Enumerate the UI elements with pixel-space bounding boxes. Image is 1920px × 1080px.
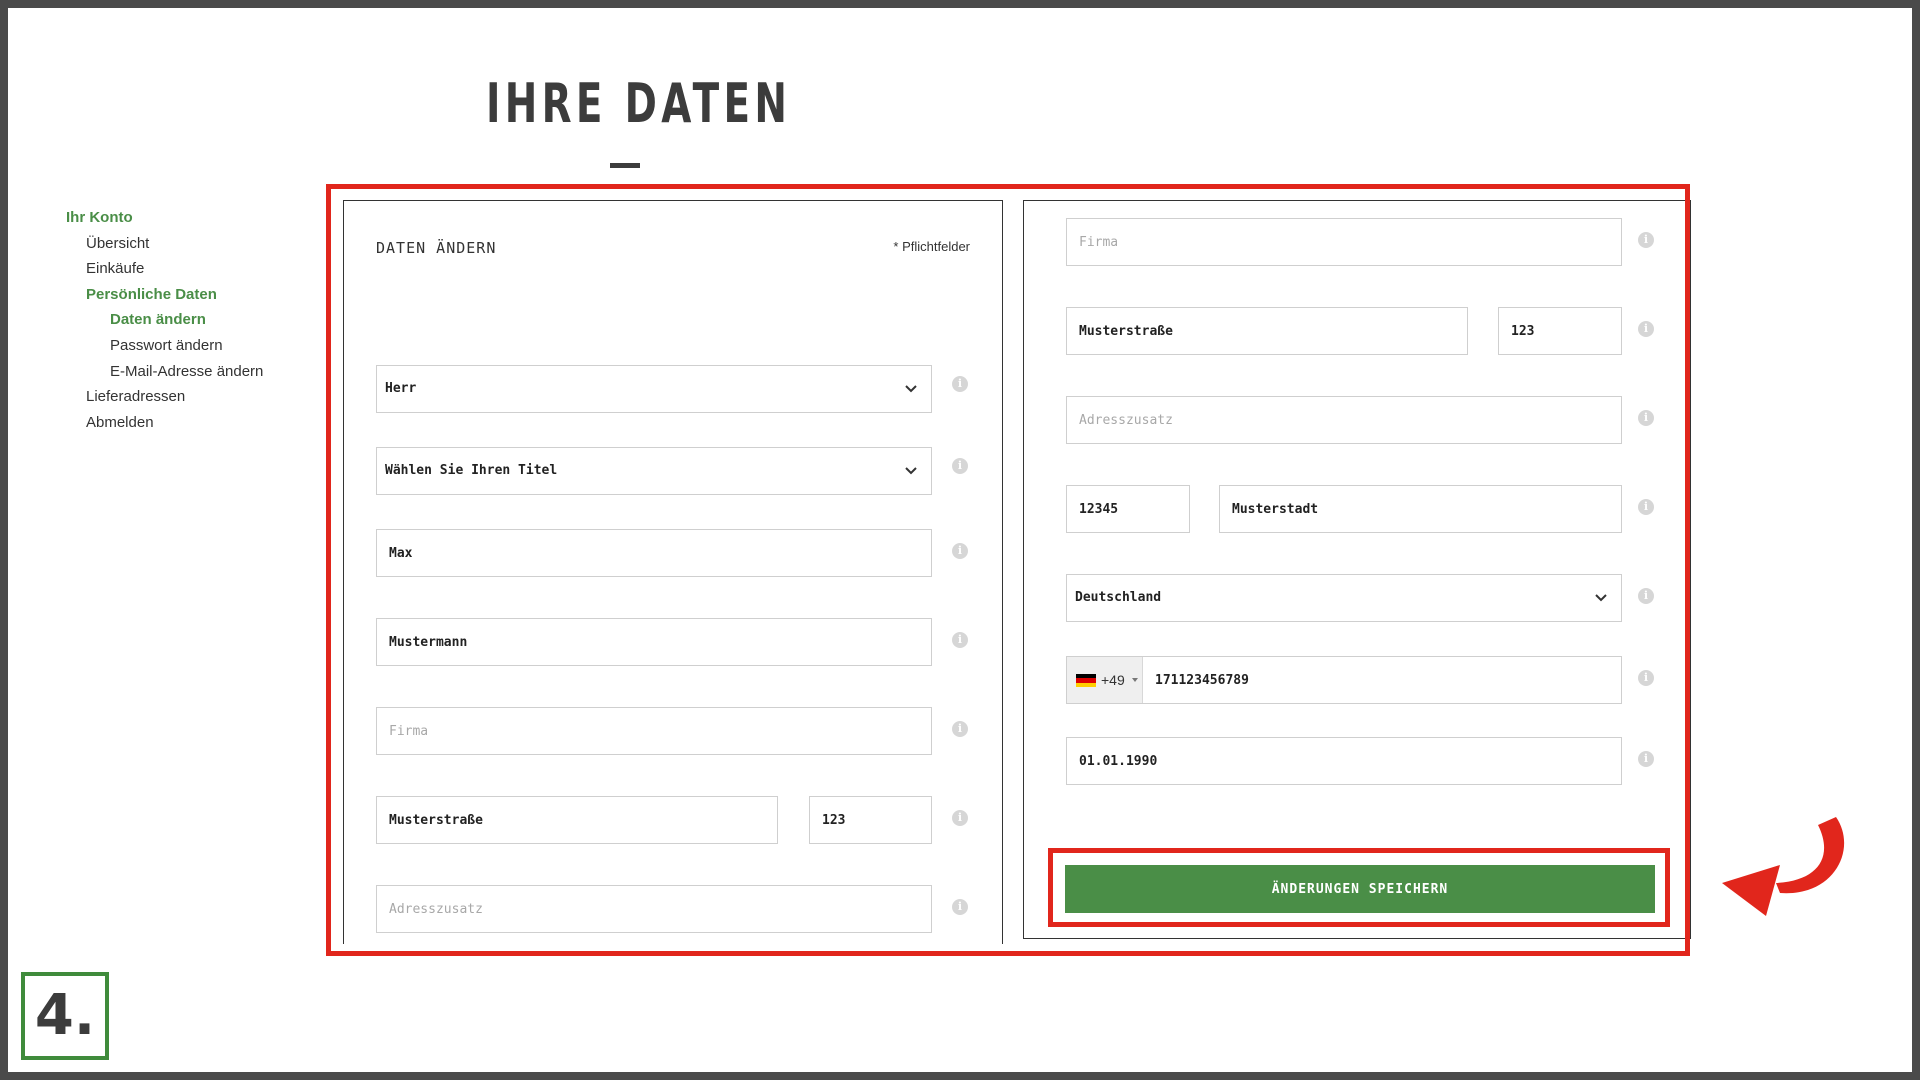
sidebar-item-abmelden[interactable]: Abmelden bbox=[66, 410, 263, 436]
sidebar-item-einkaeufe[interactable]: Einkäufe bbox=[66, 256, 263, 282]
form-highlight-frame bbox=[326, 184, 1690, 956]
account-sidebar: Ihr Konto Übersicht Einkäufe Persönliche… bbox=[66, 205, 263, 435]
canvas: IHRE DATEN Ihr Konto Übersicht Einkäufe … bbox=[8, 8, 1912, 1072]
sidebar-item-daten-aendern[interactable]: Daten ändern bbox=[66, 307, 263, 333]
step-badge: 4. bbox=[21, 972, 109, 1060]
sidebar-item-persoenliche-daten[interactable]: Persönliche Daten bbox=[66, 282, 263, 308]
sidebar-item-ihr-konto[interactable]: Ihr Konto bbox=[66, 205, 263, 231]
sidebar-item-lieferadressen[interactable]: Lieferadressen bbox=[66, 384, 263, 410]
save-changes-button[interactable]: ÄNDERUNGEN SPEICHERN bbox=[1065, 865, 1655, 913]
page-title: IHRE DATEN bbox=[486, 72, 792, 135]
sidebar-item-email-aendern[interactable]: E-Mail-Adresse ändern bbox=[66, 359, 263, 385]
title-divider bbox=[610, 163, 640, 168]
curved-arrow-icon bbox=[1722, 817, 1845, 916]
sidebar-item-uebersicht[interactable]: Übersicht bbox=[66, 231, 263, 257]
sidebar-item-passwort-aendern[interactable]: Passwort ändern bbox=[66, 333, 263, 359]
